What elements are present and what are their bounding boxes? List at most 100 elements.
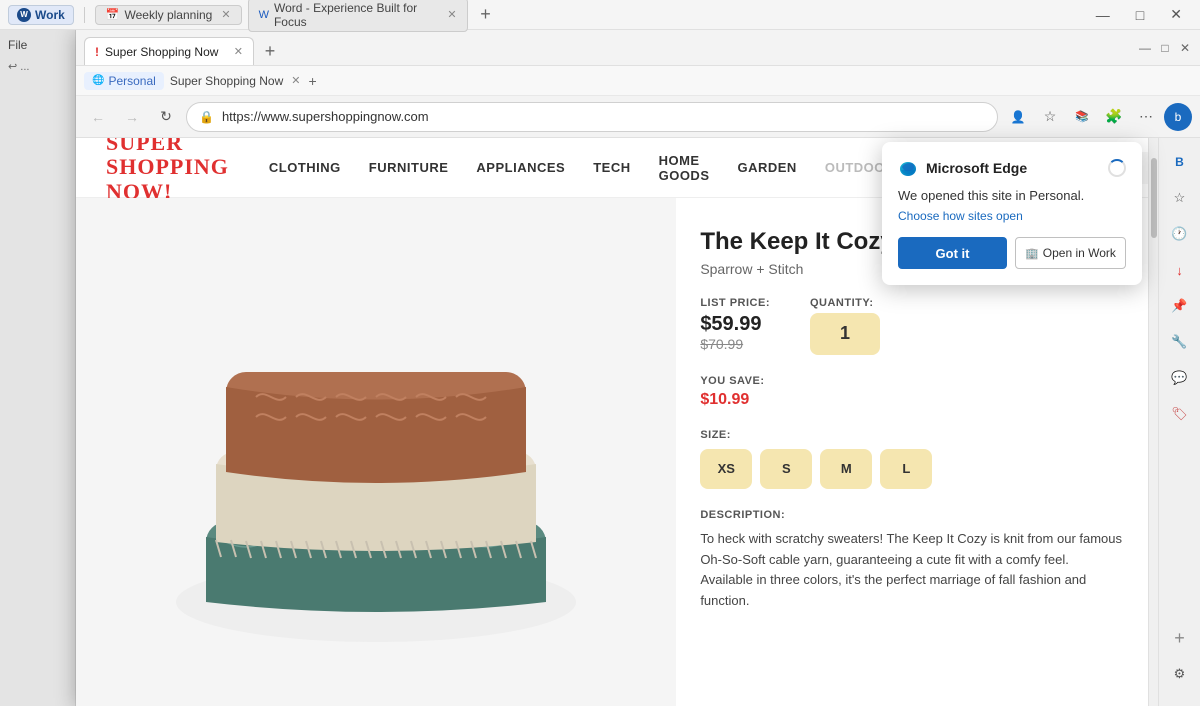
popup-link[interactable]: Choose how sites open (898, 209, 1126, 223)
product-image-area (76, 198, 676, 706)
nav-furniture[interactable]: FURNITURE (369, 160, 449, 175)
scroll-track[interactable] (1148, 138, 1158, 706)
word-icon: W (259, 9, 269, 21)
edge-copilot-icon[interactable]: b (1164, 103, 1192, 131)
weekly-planning-label: Weekly planning (125, 8, 213, 22)
edge-sidebar-bing-icon[interactable]: B (1164, 146, 1196, 178)
edge-sidebar-history-icon[interactable]: 🕐 (1164, 218, 1196, 250)
forward-button[interactable]: → (118, 103, 146, 131)
edge-sidebar-downloads-icon[interactable]: ↓ (1164, 254, 1196, 286)
popup-title-row: Microsoft Edge (898, 158, 1027, 178)
word-tab-close[interactable]: ✕ (447, 8, 456, 21)
size-xs[interactable]: XS (700, 449, 752, 489)
profile-bar: 🌐 Personal Super Shopping Now ✕ + (76, 66, 1200, 96)
weekly-planning-icon: 📅 (106, 8, 120, 21)
address-bar-url: https://www.supershoppingnow.com (222, 109, 985, 124)
work-app-icon: W (17, 8, 31, 22)
shopping-tab-close[interactable]: ✕ (234, 45, 243, 58)
edge-sidebar-collections-icon[interactable]: 📌 (1164, 290, 1196, 322)
popup-spinner (1108, 159, 1126, 177)
file-menu-item[interactable]: File (0, 34, 75, 56)
size-s[interactable]: S (760, 449, 812, 489)
os-maximize-btn[interactable]: □ (1126, 7, 1154, 23)
new-tab-os[interactable]: + (474, 3, 498, 27)
edge-sidebar-chat-icon[interactable]: 💬 (1164, 362, 1196, 394)
work-icon-small: 🏢 (1025, 247, 1039, 260)
quantity-label: QUANTITY: (810, 297, 880, 309)
os-minimize-btn[interactable]: — (1086, 7, 1120, 23)
new-tab-button[interactable]: + (256, 37, 284, 65)
nav-appliances[interactable]: APPLIANCES (476, 160, 565, 175)
profile-icon-small: 🌐 (92, 75, 104, 86)
favorites-icon[interactable]: ☆ (1036, 103, 1064, 131)
profile-tab-close[interactable]: ✕ (291, 74, 300, 87)
nav-clothing[interactable]: CLOTHING (269, 160, 341, 175)
popup-message: We opened this site in Personal. (898, 188, 1126, 203)
edge-sidebar-bottom: + ⚙ (1164, 622, 1196, 698)
size-m[interactable]: M (820, 449, 872, 489)
savings-amount: $10.99 (700, 391, 1124, 409)
scroll-thumb[interactable] (1151, 158, 1157, 238)
you-save-label: YOU SAVE: (700, 375, 1124, 387)
edge-sidebar-settings-icon[interactable]: ⚙ (1164, 658, 1196, 690)
edge-sidebar-add-icon[interactable]: + (1164, 622, 1196, 654)
taskbar-app-tag[interactable]: W Work (8, 5, 74, 25)
size-label: SIZE: (700, 429, 1124, 441)
left-file-sidebar: File ↩ ... (0, 30, 76, 706)
current-price: $59.99 (700, 313, 770, 336)
popup-title: Microsoft Edge (926, 160, 1027, 176)
profile-new-tab[interactable]: + (308, 73, 316, 89)
back-button[interactable]: ← (84, 103, 112, 131)
description-label: DESCRIPTION: (700, 509, 1124, 521)
nav-garden[interactable]: GARDEN (737, 160, 796, 175)
description-text: To heck with scratchy sweaters! The Keep… (700, 529, 1124, 612)
savings-row: YOU SAVE: $10.99 (700, 375, 1124, 409)
quantity-selector[interactable]: 1 (810, 313, 880, 355)
price-block: LIST PRICE: $59.99 $70.99 (700, 297, 770, 355)
open-in-work-button[interactable]: 🏢 Open in Work (1015, 237, 1126, 269)
browser-titlebar: ! Super Shopping Now ✕ + — □ ✕ (76, 30, 1200, 66)
nav-home-goods[interactable]: HOME GOODS (659, 153, 710, 183)
browser-minimize-btn[interactable]: — (1138, 41, 1152, 55)
description-row: DESCRIPTION: To heck with scratchy sweat… (700, 509, 1124, 612)
collections-icon[interactable]: 📚 (1068, 103, 1096, 131)
nav-tech[interactable]: TECH (593, 160, 630, 175)
os-tab-word[interactable]: W Word - Experience Built for Focus ✕ (248, 0, 468, 32)
more-options-icon[interactable]: ⋯ (1132, 103, 1160, 131)
address-bar[interactable]: 🔒 https://www.supershoppingnow.com (186, 102, 998, 132)
size-row: SIZE: XS S M L (700, 429, 1124, 489)
browser-toolbar: ← → ↻ 🔒 https://www.supershoppingnow.com… (76, 96, 1200, 138)
edge-sidebar-shopping-icon[interactable]: 🏷 (1164, 398, 1196, 430)
edge-logo-icon (898, 158, 918, 178)
weekly-planning-close[interactable]: ✕ (221, 8, 230, 21)
quantity-block: QUANTITY: 1 (810, 297, 880, 355)
size-l[interactable]: L (880, 449, 932, 489)
edge-sidebar-favorites-icon[interactable]: ☆ (1164, 182, 1196, 214)
browser-tab-shopping[interactable]: ! Super Shopping Now ✕ (84, 37, 254, 65)
os-tab-weekly-planning[interactable]: 📅 Weekly planning ✕ (95, 5, 242, 25)
extensions-icon[interactable]: 🧩 (1100, 103, 1128, 131)
popup-header: Microsoft Edge (898, 158, 1126, 178)
os-close-btn[interactable]: ✕ (1160, 6, 1192, 23)
browser-tabs: ! Super Shopping Now ✕ + (84, 30, 1130, 65)
list-price-label: LIST PRICE: (700, 297, 770, 309)
profile-tag[interactable]: 🌐 Personal (84, 72, 164, 90)
refresh-button[interactable]: ↻ (152, 103, 180, 131)
original-price: $70.99 (700, 336, 770, 352)
got-it-button[interactable]: Got it (898, 237, 1007, 269)
shopping-tab-favicon: ! (95, 45, 99, 59)
taskbar-separator (84, 7, 85, 23)
browser-maximize-btn[interactable]: □ (1158, 41, 1172, 55)
edge-sidebar-tools-icon[interactable]: 🔧 (1164, 326, 1196, 358)
taskbar-app-label: Work (35, 8, 65, 22)
size-options: XS S M L (700, 449, 1124, 489)
browser-close-btn[interactable]: ✕ (1178, 41, 1192, 55)
sweater-svg (126, 242, 626, 662)
edge-sidebar: B ☆ 🕐 ↓ 📌 🔧 💬 🏷 + ⚙ (1158, 138, 1200, 706)
address-bar-lock-icon: 🔒 (199, 110, 214, 124)
toolbar-icons: 👤 ☆ 📚 🧩 ⋯ b (1004, 103, 1192, 131)
shopping-tab-label: Super Shopping Now (105, 45, 218, 59)
site-logo: SUPER SHOPPING NOW! (106, 138, 229, 204)
profile-toolbar-icon[interactable]: 👤 (1004, 103, 1032, 131)
edit-undo[interactable]: ↩ ... (0, 56, 75, 77)
